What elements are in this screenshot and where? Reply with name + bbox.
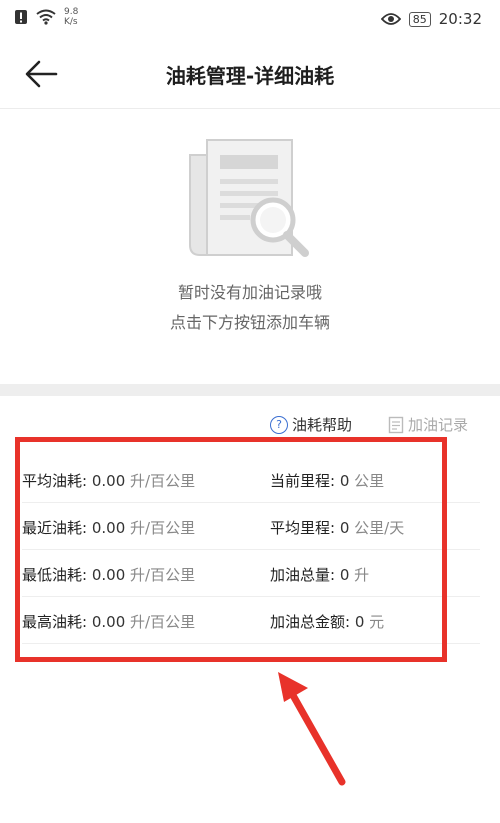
stat-unit: 公里/天	[354, 519, 405, 537]
stats-row: 最低油耗: 0.00 升/百公里 加油总量: 0 升	[22, 550, 480, 597]
stat-label: 最近油耗:	[22, 519, 88, 537]
empty-state: 暂时没有加油记录哦 点击下方按钮添加车辆	[0, 109, 500, 384]
stat-current-mileage: 当前里程: 0 公里	[270, 470, 384, 491]
annotation-arrow-icon	[278, 672, 346, 786]
stat-unit: 升	[354, 566, 370, 584]
stat-unit: 升/百公里	[130, 566, 196, 584]
stat-max-consumption: 最高油耗: 0.00 升/百公里	[22, 611, 195, 632]
stat-label: 平均油耗:	[22, 472, 88, 490]
stat-label: 最高油耗:	[22, 613, 88, 631]
stat-unit: 升/百公里	[130, 519, 196, 537]
stat-value: 0	[354, 613, 365, 631]
stat-value: 0.00	[91, 566, 126, 584]
fuel-help-label: 油耗帮助	[292, 416, 353, 434]
stat-value: 0	[339, 472, 350, 490]
alert-icon	[15, 10, 27, 24]
status-left: 9.8 K/s	[14, 7, 78, 27]
links-row: ? 油耗帮助 加油记录	[0, 396, 500, 436]
stat-unit: 公里	[354, 472, 385, 490]
section-divider	[0, 384, 500, 396]
page-title: 油耗管理-详细油耗	[165, 64, 335, 88]
stat-avg-consumption: 平均油耗: 0.00 升/百公里	[22, 470, 195, 491]
help-circle-icon: ?	[270, 415, 288, 434]
document-search-icon	[189, 139, 309, 257]
stat-value: 0	[339, 519, 350, 537]
stat-value: 0.00	[91, 519, 126, 537]
stat-value: 0	[339, 566, 350, 584]
stat-label: 加油总量:	[270, 566, 336, 584]
network-speed-unit: K/s	[64, 17, 78, 27]
stat-value: 0.00	[91, 472, 126, 490]
wifi-icon	[36, 9, 56, 25]
status-bar: 9.8 K/s 85 20:32	[0, 0, 500, 40]
stat-label: 最低油耗:	[22, 566, 88, 584]
nav-header: 油耗管理-详细油耗	[0, 40, 500, 109]
stat-label: 当前里程:	[270, 472, 336, 490]
status-right: 85 20:32	[380, 10, 482, 28]
stat-label: 平均里程:	[270, 519, 336, 537]
stat-total-amount: 加油总金额: 0 元	[270, 611, 384, 632]
empty-message-line1: 暂时没有加油记录哦	[177, 283, 322, 302]
stat-avg-mileage: 平均里程: 0 公里/天	[270, 517, 404, 538]
stats-row: 平均油耗: 0.00 升/百公里 当前里程: 0 公里	[22, 456, 480, 503]
eye-icon	[380, 13, 401, 25]
network-speed-value: 9.8	[64, 7, 79, 17]
stat-unit: 元	[369, 613, 385, 631]
stat-unit: 升/百公里	[130, 472, 196, 490]
refuel-record-link[interactable]: 加油记录	[388, 414, 468, 435]
battery-icon: 85	[408, 11, 431, 27]
stat-min-consumption: 最低油耗: 0.00 升/百公里	[22, 564, 195, 585]
fuel-help-link[interactable]: ? 油耗帮助	[270, 414, 352, 435]
empty-message-line2: 点击下方按钮添加车辆	[169, 313, 330, 332]
network-speed: 9.8 K/s	[64, 7, 78, 27]
fuel-stats: 平均油耗: 0.00 升/百公里 当前里程: 0 公里 最近油耗: 0.00 升…	[22, 456, 480, 644]
clock: 20:32	[438, 10, 482, 28]
stat-unit: 升/百公里	[130, 613, 196, 631]
stat-label: 加油总金额:	[270, 613, 351, 631]
stat-recent-consumption: 最近油耗: 0.00 升/百公里	[22, 517, 195, 538]
stats-row: 最高油耗: 0.00 升/百公里 加油总金额: 0 元	[22, 597, 480, 644]
stat-value: 0.00	[91, 613, 126, 631]
refuel-record-label: 加油记录	[408, 416, 469, 434]
stat-total-fuel: 加油总量: 0 升	[270, 564, 369, 585]
record-icon	[388, 416, 404, 433]
stats-row: 最近油耗: 0.00 升/百公里 平均里程: 0 公里/天	[22, 503, 480, 550]
